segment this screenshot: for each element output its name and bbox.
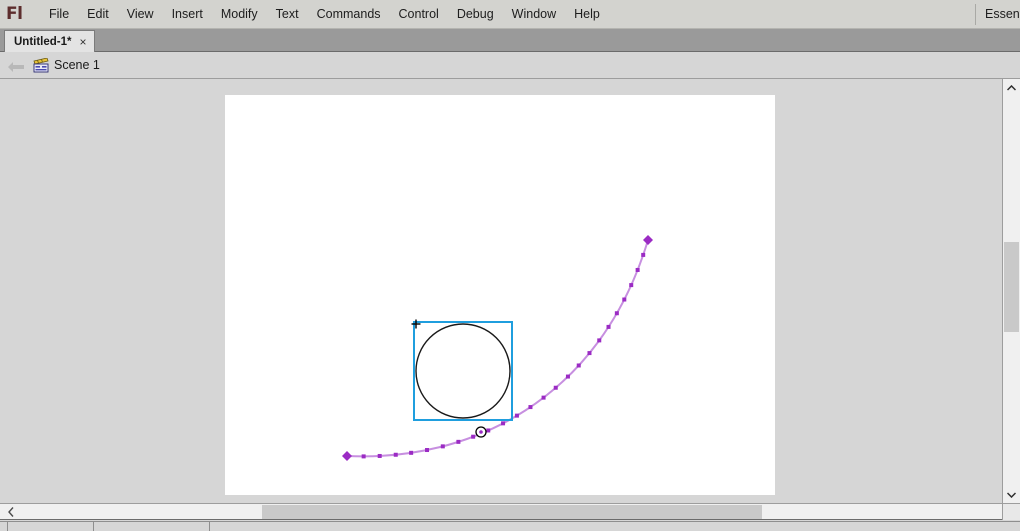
chevron-down-icon[interactable] (1003, 486, 1020, 503)
motion-path-dot (629, 283, 634, 288)
chevron-left-icon[interactable] (2, 504, 19, 520)
document-tab-label: Untitled-1* (14, 35, 72, 48)
menu-view[interactable]: View (118, 0, 163, 29)
vertical-scrollbar[interactable] (1002, 79, 1020, 503)
menu-divider (975, 4, 976, 25)
horizontal-scrollbar-thumb[interactable] (262, 505, 762, 519)
motion-path-dot (635, 267, 640, 272)
motion-path-end-point (643, 235, 653, 245)
timeline-cell-4 (210, 521, 1020, 531)
clapperboard-icon (33, 57, 49, 73)
workspace-switcher[interactable]: Essentia (985, 0, 1020, 29)
stage-artwork (342, 235, 653, 461)
motion-path-dot (576, 363, 581, 368)
crosshair-icon (411, 319, 421, 329)
motion-path-dot (528, 405, 533, 410)
selection-bounding-box (413, 321, 513, 421)
timeline-cell-3 (94, 521, 210, 531)
document-tab-strip: Untitled-1* × (0, 29, 1020, 52)
flash-logo: Fl (6, 4, 23, 24)
motion-path-dots (361, 252, 646, 459)
menu-modify[interactable]: Modify (212, 0, 267, 29)
menu-debug[interactable]: Debug (448, 0, 503, 29)
document-tab-untitled-1[interactable]: Untitled-1* × (4, 30, 95, 52)
horizontal-scrollbar[interactable] (0, 503, 1020, 520)
menu-control[interactable]: Control (390, 0, 448, 29)
flash-application-window: Fl File Edit View Insert Modify Text Com… (0, 0, 1020, 531)
timeline-cell-2 (8, 521, 94, 531)
motion-path-dot (425, 448, 430, 453)
menu-items: File Edit View Insert Modify Text Comman… (40, 0, 609, 29)
motion-path-dot (377, 453, 382, 458)
motion-path-dot (614, 311, 619, 316)
motion-path-start-point (342, 451, 352, 461)
transform-point-marker (475, 426, 487, 438)
menu-window[interactable]: Window (503, 0, 565, 29)
timeline-panel-sliver[interactable] (0, 521, 1020, 531)
scene-name-label[interactable]: Scene 1 (54, 52, 100, 79)
menu-insert[interactable]: Insert (163, 0, 212, 29)
motion-path-dot (361, 454, 366, 459)
back-arrow-icon[interactable] (8, 61, 24, 72)
motion-path-dot (597, 338, 602, 343)
motion-path-dot (641, 252, 646, 257)
menu-edit[interactable]: Edit (78, 0, 118, 29)
circle-shape (415, 323, 511, 419)
menu-help[interactable]: Help (565, 0, 609, 29)
close-icon[interactable]: × (80, 36, 87, 48)
chevron-up-icon[interactable] (1003, 79, 1020, 96)
motion-path-dot (501, 421, 506, 426)
motion-path-dot (456, 439, 461, 444)
motion-path-dot (471, 434, 476, 439)
motion-path-dot (393, 452, 398, 457)
menu-commands[interactable]: Commands (308, 0, 390, 29)
motion-path-dot (553, 385, 558, 390)
motion-path-dot (622, 297, 627, 302)
edit-bar: Scene 1 100% (0, 52, 1020, 127)
vertical-scrollbar-thumb[interactable] (1004, 242, 1019, 332)
menu-text[interactable]: Text (267, 0, 308, 29)
motion-path-dot (565, 374, 570, 379)
motion-path-dot (409, 450, 414, 455)
motion-path-dot (587, 351, 592, 356)
scrollbar-corner (1002, 503, 1020, 520)
stage-work-area[interactable] (0, 79, 1002, 503)
motion-path-dot (606, 324, 611, 329)
stage-canvas[interactable] (225, 95, 775, 495)
timeline-cell-1 (0, 521, 8, 531)
motion-path-dot (486, 428, 491, 433)
menu-file[interactable]: File (40, 0, 78, 29)
motion-path-dot (514, 413, 519, 418)
menu-bar: Fl File Edit View Insert Modify Text Com… (0, 0, 1020, 29)
motion-path-dot (541, 395, 546, 400)
motion-path-curve (346, 239, 649, 458)
motion-path-dot (440, 444, 445, 449)
